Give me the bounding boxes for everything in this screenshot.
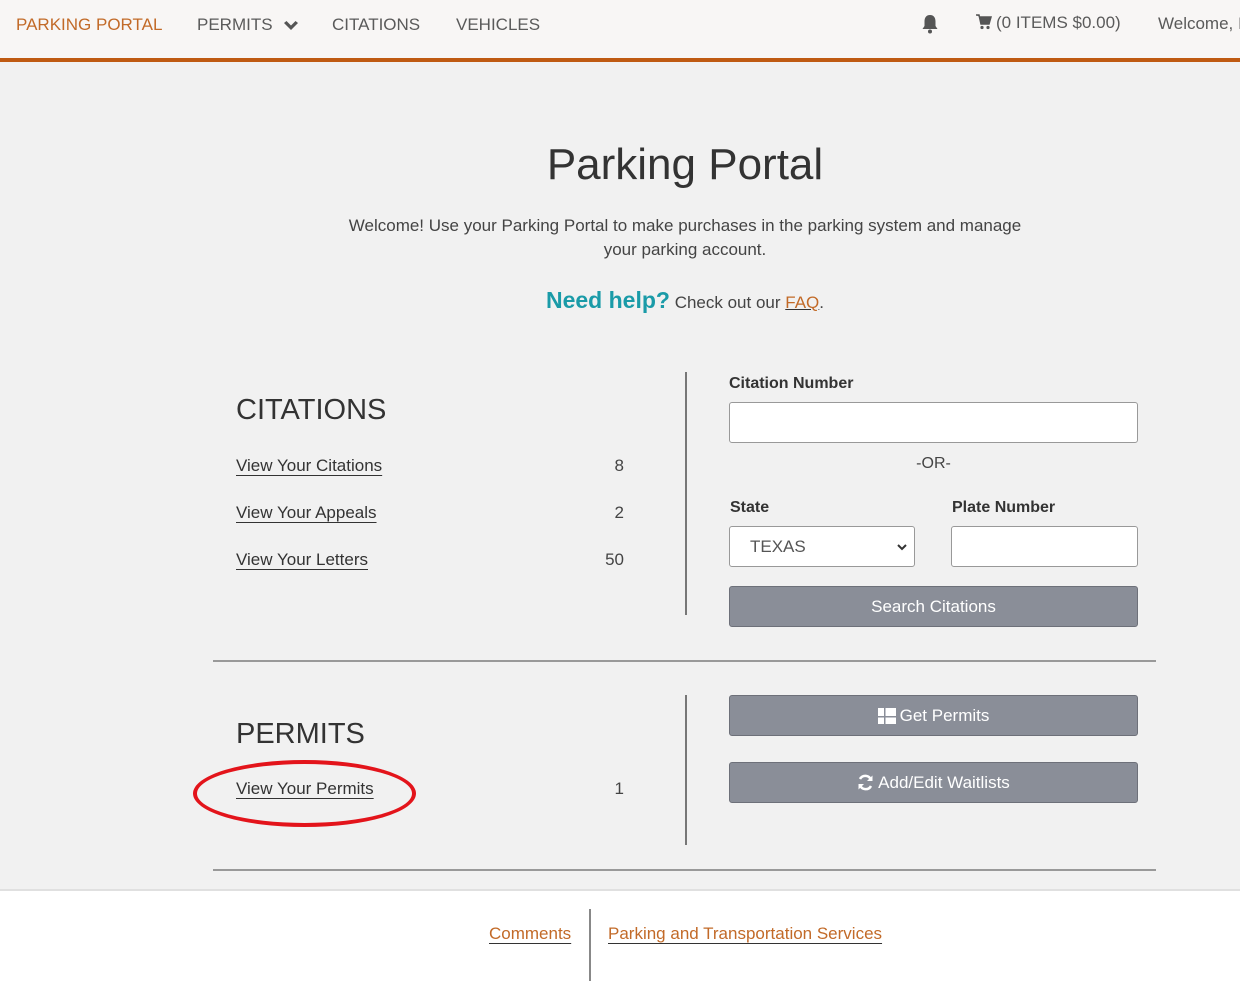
permits-heading: PERMITS bbox=[236, 718, 365, 750]
nav-item-permits-label: PERMITS bbox=[197, 15, 273, 34]
cart-summary: (0 ITEMS $0.00) bbox=[996, 13, 1121, 32]
page-title: Parking Portal bbox=[546, 140, 824, 189]
citation-number-label: Citation Number bbox=[729, 375, 854, 392]
get-permits-button[interactable]: Get Permits bbox=[729, 695, 1138, 736]
faq-link[interactable]: FAQ bbox=[785, 293, 819, 312]
add-edit-waitlists-button[interactable]: Add/Edit Waitlists bbox=[729, 762, 1138, 803]
permits-vertical-divider bbox=[685, 695, 687, 845]
plate-number-input[interactable] bbox=[951, 526, 1138, 567]
appeals-count: 2 bbox=[614, 503, 624, 522]
plate-number-label: Plate Number bbox=[952, 499, 1056, 516]
citations-list-item: View Your Appeals 2 bbox=[236, 503, 624, 523]
get-permits-label: Get Permits bbox=[899, 706, 990, 725]
bell-icon[interactable] bbox=[920, 13, 940, 35]
cart-link[interactable]: (0 ITEMS $0.00) bbox=[975, 13, 1121, 33]
or-separator: -OR- bbox=[916, 455, 951, 472]
permits-count: 1 bbox=[614, 779, 624, 798]
parking-transportation-services-link[interactable]: Parking and Transportation Services bbox=[608, 924, 882, 944]
view-your-letters-link[interactable]: View Your Letters bbox=[236, 550, 368, 569]
section-divider bbox=[213, 869, 1156, 871]
citations-heading: CITATIONS bbox=[236, 394, 387, 426]
view-your-permits-link[interactable]: View Your Permits bbox=[236, 779, 374, 798]
add-edit-waitlists-label: Add/Edit Waitlists bbox=[878, 773, 1010, 792]
chevron-down-icon bbox=[284, 20, 299, 30]
welcome-user-menu[interactable]: Welcome, I bbox=[1158, 14, 1240, 34]
permits-list-item: View Your Permits 1 bbox=[236, 779, 624, 799]
view-your-appeals-link[interactable]: View Your Appeals bbox=[236, 503, 377, 522]
state-select-value: TEXAS bbox=[750, 537, 806, 556]
nav-item-vehicles[interactable]: VEHICLES bbox=[456, 15, 540, 35]
help-line: Need help? Check out our FAQ. bbox=[0, 287, 1240, 314]
state-select[interactable]: TEXAS bbox=[729, 526, 915, 567]
need-help-heading: Need help? bbox=[545, 287, 670, 313]
citations-list-item: View Your Letters 50 bbox=[236, 550, 624, 570]
nav-item-permits[interactable]: PERMITS bbox=[197, 15, 299, 35]
welcome-text: Welcome! Use your Parking Portal to make… bbox=[348, 216, 1022, 259]
footer: Comments Parking and Transportation Serv… bbox=[0, 889, 1240, 1007]
comments-link[interactable]: Comments bbox=[489, 924, 571, 944]
view-your-citations-link[interactable]: View Your Citations bbox=[236, 456, 382, 475]
top-navbar: PARKING PORTAL PERMITS CITATIONS VEHICLE… bbox=[0, 0, 1240, 62]
citations-list-item: View Your Citations 8 bbox=[236, 456, 624, 476]
section-divider bbox=[213, 660, 1156, 662]
state-label: State bbox=[730, 499, 770, 516]
grid-icon bbox=[877, 708, 896, 724]
chevron-down-icon bbox=[897, 544, 907, 551]
help-suffix: . bbox=[819, 293, 825, 312]
footer-divider bbox=[589, 909, 591, 981]
citation-number-input[interactable] bbox=[729, 402, 1138, 443]
refresh-icon bbox=[858, 774, 873, 791]
nav-item-citations[interactable]: CITATIONS bbox=[332, 15, 420, 35]
help-text: Check out our bbox=[674, 293, 781, 312]
cart-icon bbox=[976, 14, 992, 30]
letters-count: 50 bbox=[605, 550, 624, 569]
citations-count: 8 bbox=[614, 456, 624, 475]
citations-vertical-divider bbox=[685, 372, 687, 615]
search-citations-button[interactable]: Search Citations bbox=[729, 586, 1138, 627]
nav-brand-parking-portal[interactable]: PARKING PORTAL bbox=[16, 15, 162, 35]
